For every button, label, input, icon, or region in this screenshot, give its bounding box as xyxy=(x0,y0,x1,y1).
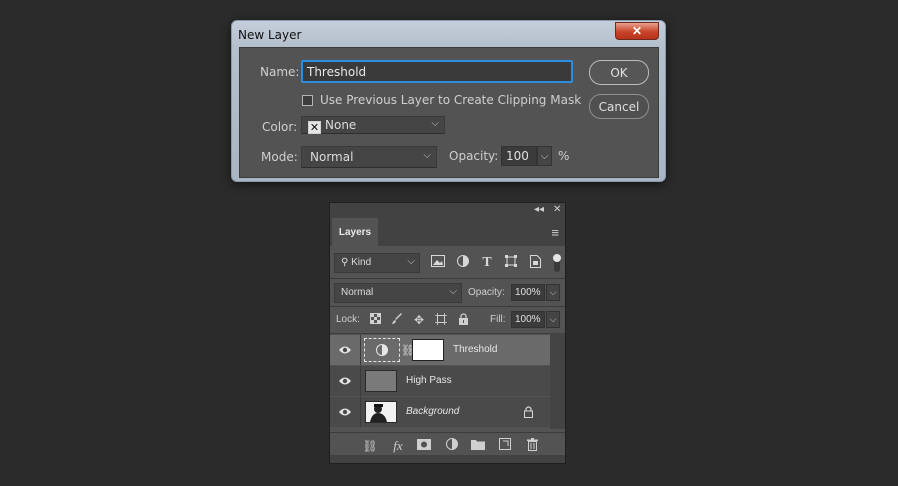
dialog-body: Name: Threshold OK Cancel Use Previous L… xyxy=(239,47,659,178)
chevron-down-icon: ⌵ xyxy=(549,314,557,324)
name-label: Name: xyxy=(260,65,300,79)
lock-artboard-icon[interactable] xyxy=(434,313,448,327)
lock-all-icon[interactable] xyxy=(456,313,470,327)
portrait-image xyxy=(366,402,396,422)
filter-smart-object-icon[interactable] xyxy=(527,255,543,271)
color-dropdown[interactable]: ✕ None ⌵ xyxy=(301,116,445,134)
opacity-dropdown-button[interactable]: ⌵ xyxy=(537,146,552,166)
mode-dropdown[interactable]: Normal ⌵ xyxy=(301,146,437,168)
opacity-unit: % xyxy=(558,149,570,163)
divider xyxy=(360,335,361,365)
panel-opacity-label: Opacity: xyxy=(468,287,505,298)
new-group-folder-icon[interactable] xyxy=(470,438,486,454)
mode-value: Normal xyxy=(310,150,354,164)
filter-shape-icon[interactable] xyxy=(503,255,519,271)
panel-resize-grip[interactable] xyxy=(330,455,565,463)
fill-button[interactable]: ⌵ xyxy=(546,311,560,328)
chevron-down-icon: ⌵ xyxy=(449,286,457,297)
collapse-panel-icon[interactable]: ◂◂ xyxy=(534,203,544,217)
blend-mode-dropdown[interactable]: Normal ⌵ xyxy=(334,283,462,303)
ok-button[interactable]: OK xyxy=(589,60,649,85)
layers-scrollbar[interactable] xyxy=(550,333,565,429)
layers-bottom-toolbar: ⛓ fx xyxy=(330,432,565,457)
lock-transparent-icon[interactable] xyxy=(368,313,382,327)
visibility-eye-icon[interactable] xyxy=(338,375,352,387)
chevron-down-icon: ⌵ xyxy=(549,287,557,297)
new-adjustment-icon[interactable] xyxy=(444,438,460,454)
visibility-eye-icon[interactable] xyxy=(338,344,352,356)
search-icon: ⚲ xyxy=(341,257,349,268)
chevron-down-icon: ⌵ xyxy=(423,150,431,161)
chevron-down-icon: ⌵ xyxy=(407,256,415,267)
opacity-input[interactable]: 100 xyxy=(501,146,537,166)
no-color-icon: ✕ xyxy=(308,121,321,134)
delete-trash-icon[interactable] xyxy=(524,438,540,454)
filter-pixel-icon[interactable] xyxy=(430,255,446,271)
filter-kind-value: Kind xyxy=(351,257,372,268)
layer-thumbnail xyxy=(365,370,397,392)
lock-move-icon[interactable]: ✥ xyxy=(412,313,426,327)
filter-type-icon[interactable]: T xyxy=(479,255,495,271)
divider xyxy=(360,366,361,396)
panel-header: ◂◂ ✕ xyxy=(330,203,565,217)
panel-opacity-input[interactable]: 100% xyxy=(511,284,545,301)
layers-panel: ◂◂ ✕ Layers ≡ ⚲ Kind ⌵ T Normal ⌵ Opacit… xyxy=(329,202,566,464)
dialog-title: New Layer xyxy=(238,28,302,42)
mode-label: Mode: xyxy=(261,150,298,164)
panel-opacity-button[interactable]: ⌵ xyxy=(546,284,560,301)
adjustment-thumbnail xyxy=(364,338,400,362)
cancel-button[interactable]: Cancel xyxy=(589,94,649,119)
filter-toggle[interactable] xyxy=(553,254,561,272)
lock-brush-icon[interactable] xyxy=(390,313,404,327)
close-icon: ✕ xyxy=(631,24,643,38)
divider xyxy=(360,397,361,427)
divider xyxy=(330,306,565,307)
clipping-mask-checkbox[interactable] xyxy=(302,95,313,106)
background-photo-thumbnail xyxy=(365,401,397,423)
adjustment-icon xyxy=(376,344,388,356)
dialog-close-button[interactable]: ✕ xyxy=(615,22,659,40)
chevron-down-icon: ⌵ xyxy=(540,150,549,162)
opacity-label: Opacity: xyxy=(449,149,499,163)
divider xyxy=(330,278,565,279)
new-layer-dialog: New Layer ✕ Name: Threshold OK Cancel Us… xyxy=(231,20,666,182)
visibility-eye-icon[interactable] xyxy=(338,406,352,418)
layer-row-threshold[interactable]: ⛓ Threshold xyxy=(330,335,550,365)
add-mask-icon[interactable] xyxy=(416,438,432,454)
filter-adjustment-icon[interactable] xyxy=(455,255,471,271)
color-label: Color: xyxy=(262,120,298,134)
new-layer-icon[interactable] xyxy=(497,438,513,454)
link-layers-icon[interactable]: ⛓ xyxy=(362,438,378,454)
layer-row-high-pass[interactable]: High Pass xyxy=(330,366,550,396)
chevron-down-icon: ⌵ xyxy=(431,118,439,129)
filter-kind-dropdown[interactable]: ⚲ Kind ⌵ xyxy=(334,253,420,273)
color-value: None xyxy=(325,118,357,132)
layer-row-background[interactable]: Background xyxy=(330,397,550,427)
divider xyxy=(330,333,565,334)
blend-mode-value: Normal xyxy=(341,287,374,298)
layer-name: High Pass xyxy=(406,375,452,386)
fx-icon[interactable]: fx xyxy=(390,438,406,454)
fill-input[interactable]: 100% xyxy=(511,311,545,328)
layer-name-input[interactable]: Threshold xyxy=(301,60,573,83)
layer-name: Background xyxy=(406,406,460,417)
tab-layers[interactable]: Layers xyxy=(332,218,378,246)
close-panel-icon[interactable]: ✕ xyxy=(553,203,561,217)
layer-lock-icon xyxy=(524,406,533,418)
layer-mask-thumbnail[interactable] xyxy=(412,339,444,361)
clipping-mask-label: Use Previous Layer to Create Clipping Ma… xyxy=(320,93,582,107)
lock-label: Lock: xyxy=(336,314,360,325)
fill-label: Fill: xyxy=(490,314,506,325)
layer-name: Threshold xyxy=(453,344,498,355)
panel-tabbar: Layers ≡ xyxy=(330,217,565,246)
panel-menu-icon[interactable]: ≡ xyxy=(551,225,559,240)
